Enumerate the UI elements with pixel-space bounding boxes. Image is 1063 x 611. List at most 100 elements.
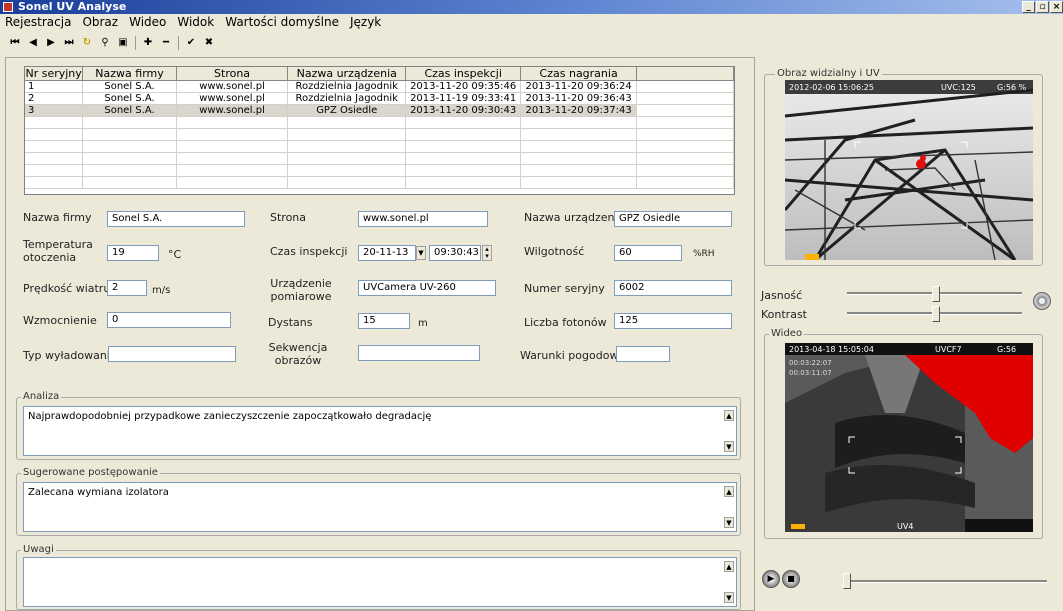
toolbar-separator bbox=[178, 35, 179, 50]
cancel-icon[interactable]: ✖ bbox=[200, 35, 218, 51]
chevron-down-icon[interactable]: ▼ bbox=[416, 246, 426, 260]
next-icon[interactable]: ▶ bbox=[42, 35, 60, 51]
image-group-title: Obraz widzialny i UV bbox=[775, 68, 882, 79]
distance-field[interactable]: 15 bbox=[358, 313, 410, 329]
company-field[interactable]: Sonel S.A. bbox=[107, 211, 245, 227]
refresh-icon[interactable]: ↻ bbox=[78, 35, 96, 51]
last-icon[interactable]: ⏭ bbox=[60, 35, 78, 51]
column-header[interactable]: Strona bbox=[176, 67, 289, 81]
binoculars-icon[interactable]: ⚲ bbox=[96, 35, 114, 51]
analysis-text: Najprawdopodobniej przypadkowe zanieczys… bbox=[28, 411, 432, 422]
gain-field[interactable]: 0 bbox=[107, 312, 231, 328]
image-gain: G:56 % bbox=[997, 83, 1027, 92]
wind-speed-unit: m/s bbox=[152, 285, 171, 296]
table-cell: 2 bbox=[25, 92, 84, 105]
temperature-label: Temperatura otoczenia bbox=[23, 238, 93, 264]
site-field[interactable]: www.sonel.pl bbox=[358, 211, 488, 227]
table-cell: Rozdzielnia Jagodnik bbox=[287, 92, 407, 105]
distance-label: Dystans bbox=[268, 316, 313, 329]
image-timestamp: 2012-02-06 15:06:25 bbox=[789, 83, 874, 92]
measurement-device-field[interactable]: UVCamera UV-260 bbox=[358, 280, 496, 296]
menu-widok[interactable]: Widok bbox=[172, 14, 220, 31]
wind-speed-field[interactable]: 2 bbox=[107, 280, 147, 296]
image-sequence-field[interactable] bbox=[358, 345, 480, 361]
analysis-textarea[interactable]: Najprawdopodobniej przypadkowe zanieczys… bbox=[23, 406, 737, 456]
table-row-empty bbox=[25, 116, 734, 129]
app-icon bbox=[3, 2, 13, 12]
inspection-time-field[interactable]: 09:30:43 bbox=[429, 245, 481, 261]
column-header[interactable]: Czas inspekcji bbox=[405, 67, 522, 81]
suggested-action-text: Zalecana wymiana izolatora bbox=[28, 487, 169, 498]
video-frame[interactable]: 2013-04-18 15:05:04 UVCF7 G:56 00:03:22:… bbox=[785, 343, 1033, 532]
scroll-up-icon[interactable]: ▲ bbox=[724, 410, 734, 421]
table-cell: 2013-11-20 09:35:46 bbox=[405, 80, 522, 93]
scroll-down-icon[interactable]: ▼ bbox=[724, 441, 734, 452]
table-cell: Sonel S.A. bbox=[82, 104, 177, 117]
temperature-field[interactable]: 19 bbox=[107, 245, 159, 261]
uv-image[interactable]: 2012-02-06 15:06:25 UVC:125 G:56 % bbox=[783, 80, 1034, 262]
notes-textarea[interactable]: ▲ ▼ bbox=[23, 557, 737, 607]
column-header[interactable]: Nazwa firmy bbox=[82, 67, 177, 81]
menu-wartosci-domyslne[interactable]: Wartości domyślne bbox=[220, 14, 345, 31]
minimize-button[interactable]: _ bbox=[1022, 1, 1035, 13]
table-cell: 2013-11-20 09:30:43 bbox=[405, 104, 522, 117]
table-cell: Sonel S.A. bbox=[82, 92, 177, 105]
maximize-button[interactable]: ▫ bbox=[1036, 1, 1049, 13]
scroll-down-icon[interactable]: ▼ bbox=[724, 517, 734, 528]
close-button[interactable]: × bbox=[1050, 1, 1063, 13]
notes-group: Uwagi ▲ ▼ bbox=[16, 544, 741, 610]
suggested-action-textarea[interactable]: Zalecana wymiana izolatora ▲ ▼ bbox=[23, 482, 737, 532]
video-seek-slider[interactable] bbox=[847, 580, 1047, 583]
prev-icon[interactable]: ◀ bbox=[24, 35, 42, 51]
stop-icon[interactable]: ■ bbox=[782, 570, 800, 588]
column-header[interactable]: Nazwa urządzenia bbox=[287, 67, 407, 81]
video-gain: G:56 bbox=[997, 345, 1017, 354]
menu-jezyk[interactable]: Język bbox=[345, 14, 387, 31]
table-row[interactable]: 1 Sonel S.A. www.sonel.pl Rozdzielnia Ja… bbox=[25, 80, 734, 93]
title-bar: Sonel UV Analyse _ ▫ × bbox=[0, 0, 1063, 14]
remove-icon[interactable]: ━ bbox=[157, 35, 175, 51]
export-icon[interactable]: ▣ bbox=[114, 35, 132, 51]
photon-count-label: Liczba fotonów bbox=[524, 316, 607, 329]
table-cell: 2013-11-19 09:33:41 bbox=[405, 92, 522, 105]
device-label: Nazwa urządzenia bbox=[524, 211, 625, 224]
wind-speed-label: Prędkość wiatru bbox=[23, 282, 111, 295]
play-icon[interactable]: ▶ bbox=[762, 570, 780, 588]
menu-rejestracja[interactable]: Rejestracja bbox=[0, 14, 77, 31]
discharge-type-field[interactable] bbox=[108, 346, 236, 362]
column-header[interactable]: Nr seryjny bbox=[25, 67, 84, 81]
reset-icon[interactable] bbox=[1033, 292, 1051, 310]
contrast-slider-thumb[interactable] bbox=[932, 306, 940, 322]
toolbar-separator bbox=[135, 35, 136, 50]
humidity-unit: %RH bbox=[693, 249, 715, 259]
video-seek-thumb[interactable] bbox=[843, 573, 851, 589]
photon-count-field[interactable]: 125 bbox=[614, 313, 732, 329]
scroll-down-icon[interactable]: ▼ bbox=[724, 592, 734, 603]
column-header[interactable]: Czas nagrania bbox=[520, 67, 638, 81]
serial-number-field[interactable]: 6002 bbox=[614, 280, 732, 296]
site-label: Strona bbox=[270, 211, 307, 224]
table-row-selected[interactable]: 3 Sonel S.A. www.sonel.pl GPZ Osiedle 20… bbox=[25, 104, 734, 117]
device-field[interactable]: GPZ Osiedle bbox=[614, 211, 732, 227]
scroll-up-icon[interactable]: ▲ bbox=[724, 561, 734, 572]
records-table[interactable]: Nr seryjny Nazwa firmy Strona Nazwa urzą… bbox=[24, 66, 735, 195]
humidity-field[interactable]: 60 bbox=[614, 245, 682, 261]
notes-title: Uwagi bbox=[21, 544, 56, 555]
video-uv-count: UVCF7 bbox=[935, 345, 962, 354]
inspection-date-picker[interactable]: 20-11-13 bbox=[358, 245, 416, 261]
scroll-up-icon[interactable]: ▲ bbox=[724, 486, 734, 497]
add-icon[interactable]: ✚ bbox=[139, 35, 157, 51]
weather-field[interactable] bbox=[616, 346, 670, 362]
table-row[interactable]: 2 Sonel S.A. www.sonel.pl Rozdzielnia Ja… bbox=[25, 92, 734, 105]
gain-label: Wzmocnienie bbox=[23, 314, 97, 327]
toolbar: ⏮ ◀ ▶ ⏭ ↻ ⚲ ▣ ✚ ━ ✔ ✖ bbox=[0, 33, 218, 52]
confirm-icon[interactable]: ✔ bbox=[182, 35, 200, 51]
menu-obraz[interactable]: Obraz bbox=[77, 14, 124, 31]
video-time-line-3: 00:03:11:07 bbox=[789, 369, 832, 377]
table-cell: GPZ Osiedle bbox=[287, 104, 407, 117]
menu-wideo[interactable]: Wideo bbox=[124, 14, 172, 31]
brightness-slider-thumb[interactable] bbox=[932, 286, 940, 302]
first-icon[interactable]: ⏮ bbox=[6, 35, 24, 51]
time-spinner[interactable]: ▴ ▾ bbox=[482, 245, 492, 261]
table-cell: 3 bbox=[25, 104, 84, 117]
